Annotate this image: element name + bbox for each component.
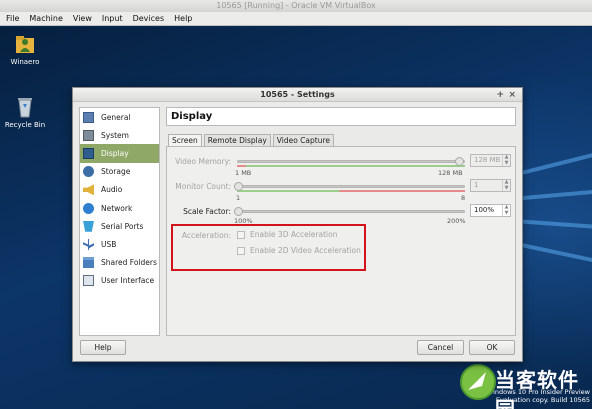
help-button[interactable]: Help (80, 340, 126, 355)
video-memory-min-label: 1 MB (235, 169, 252, 177)
network-icon (83, 202, 94, 214)
video-memory-range-bar (237, 165, 465, 167)
sidebar-item-network[interactable]: Network (80, 199, 159, 217)
storage-icon (83, 166, 94, 178)
sidebar-item-general[interactable]: General (80, 108, 159, 126)
spin-arrows-icon[interactable]: ▲ ▼ (502, 179, 510, 191)
sidebar-item-label: Shared Folders (101, 258, 157, 268)
menu-input[interactable]: Input (102, 14, 123, 23)
sidebar-item-serial-ports[interactable]: Serial Ports (80, 217, 159, 235)
spin-arrows-icon[interactable]: ▲ ▼ (502, 204, 510, 216)
desktop-icon-label: Recycle Bin (4, 121, 46, 129)
ok-button[interactable]: OK (469, 340, 515, 355)
host-menubar: File Machine View Input Devices Help (0, 12, 592, 26)
scale-factor-label: Scale Factor: (183, 207, 231, 216)
sidebar-item-shared-folders[interactable]: Shared Folders (80, 254, 159, 272)
brand-name: 当客软件园 (495, 368, 579, 409)
desktop-icon-recycle-bin[interactable]: Recycle Bin (1, 95, 49, 129)
cancel-button[interactable]: Cancel (417, 340, 464, 355)
menu-file[interactable]: File (6, 14, 19, 23)
sidebar-item-label: Storage (101, 167, 131, 177)
monitor-count-slider-track[interactable] (237, 185, 465, 188)
sidebar-item-label: User Interface (101, 276, 155, 286)
video-memory-label: Video Memory: (175, 157, 231, 166)
general-icon (83, 111, 94, 123)
menu-machine[interactable]: Machine (29, 14, 63, 23)
monitor-count-max-label: 8 (461, 194, 466, 202)
sidebar-item-audio[interactable]: Audio (80, 181, 159, 199)
sidebar-item-user-interface[interactable]: User Interface (80, 272, 159, 290)
desktop-icon-winaero[interactable]: Winaero (1, 32, 49, 66)
desktop-icon-label: Winaero (10, 58, 40, 66)
section-title: Display (166, 107, 516, 126)
monitor-count-value: 1 (474, 181, 479, 189)
settings-sidebar: General System Display Storage Audio Net… (79, 107, 160, 336)
serial-ports-icon (83, 220, 94, 232)
sidebar-item-label: System (101, 130, 129, 140)
system-icon (83, 129, 94, 141)
recycle-bin-icon (18, 98, 32, 118)
sidebar-item-label: Network (101, 203, 133, 213)
menu-help[interactable]: Help (174, 14, 192, 23)
user-interface-icon (83, 275, 94, 287)
sidebar-item-label: General (101, 112, 131, 122)
video-memory-slider-handle[interactable] (455, 157, 464, 166)
dialog-titlebar[interactable]: 10565 - Settings + × (73, 88, 522, 102)
host-window-title: 10565 [Running] - Oracle VM VirtualBox (0, 0, 592, 12)
display-icon (83, 147, 94, 159)
menu-view[interactable]: View (73, 14, 92, 23)
video-memory-slider-track[interactable] (237, 160, 465, 163)
user-folder-icon (16, 36, 34, 53)
spin-arrows-icon[interactable]: ▲ ▼ (502, 154, 510, 166)
audio-icon (83, 184, 94, 196)
scale-factor-spinbox[interactable]: 100% ▲ ▼ (470, 204, 511, 217)
monitor-count-spinbox[interactable]: 1 ▲ ▼ (470, 179, 511, 192)
video-memory-value: 128 MB (474, 156, 501, 164)
monitor-count-min-label: 1 (236, 194, 241, 202)
scale-factor-value: 100% (474, 206, 495, 214)
sidebar-item-label: Serial Ports (101, 221, 144, 231)
sidebar-item-label: Display (101, 148, 129, 158)
monitor-count-slider-handle[interactable] (234, 182, 243, 191)
sidebar-item-storage[interactable]: Storage (80, 163, 159, 181)
scale-factor-max-label: 200% (447, 217, 466, 225)
sidebar-item-label: USB (101, 239, 117, 249)
dialog-title: 10565 - Settings (260, 90, 335, 99)
video-memory-max-label: 128 MB (438, 169, 463, 177)
pin-icon[interactable]: + (496, 88, 504, 102)
monitor-count-label: Monitor Count: (175, 182, 231, 191)
highlight-box (171, 224, 366, 271)
sidebar-item-usb[interactable]: USB (80, 235, 159, 253)
close-icon[interactable]: × (508, 88, 516, 102)
sidebar-item-system[interactable]: System (80, 126, 159, 144)
sidebar-item-display[interactable]: Display (80, 144, 159, 163)
monitor-count-range-bar (237, 190, 465, 192)
usb-icon (83, 238, 94, 250)
scale-factor-slider-track[interactable] (237, 210, 465, 213)
video-memory-spinbox[interactable]: 128 MB ▲ ▼ (470, 154, 511, 167)
sidebar-item-label: Audio (101, 185, 123, 195)
scale-factor-slider-handle[interactable] (234, 207, 243, 216)
shared-folders-icon (83, 257, 94, 269)
menu-devices[interactable]: Devices (133, 14, 165, 23)
